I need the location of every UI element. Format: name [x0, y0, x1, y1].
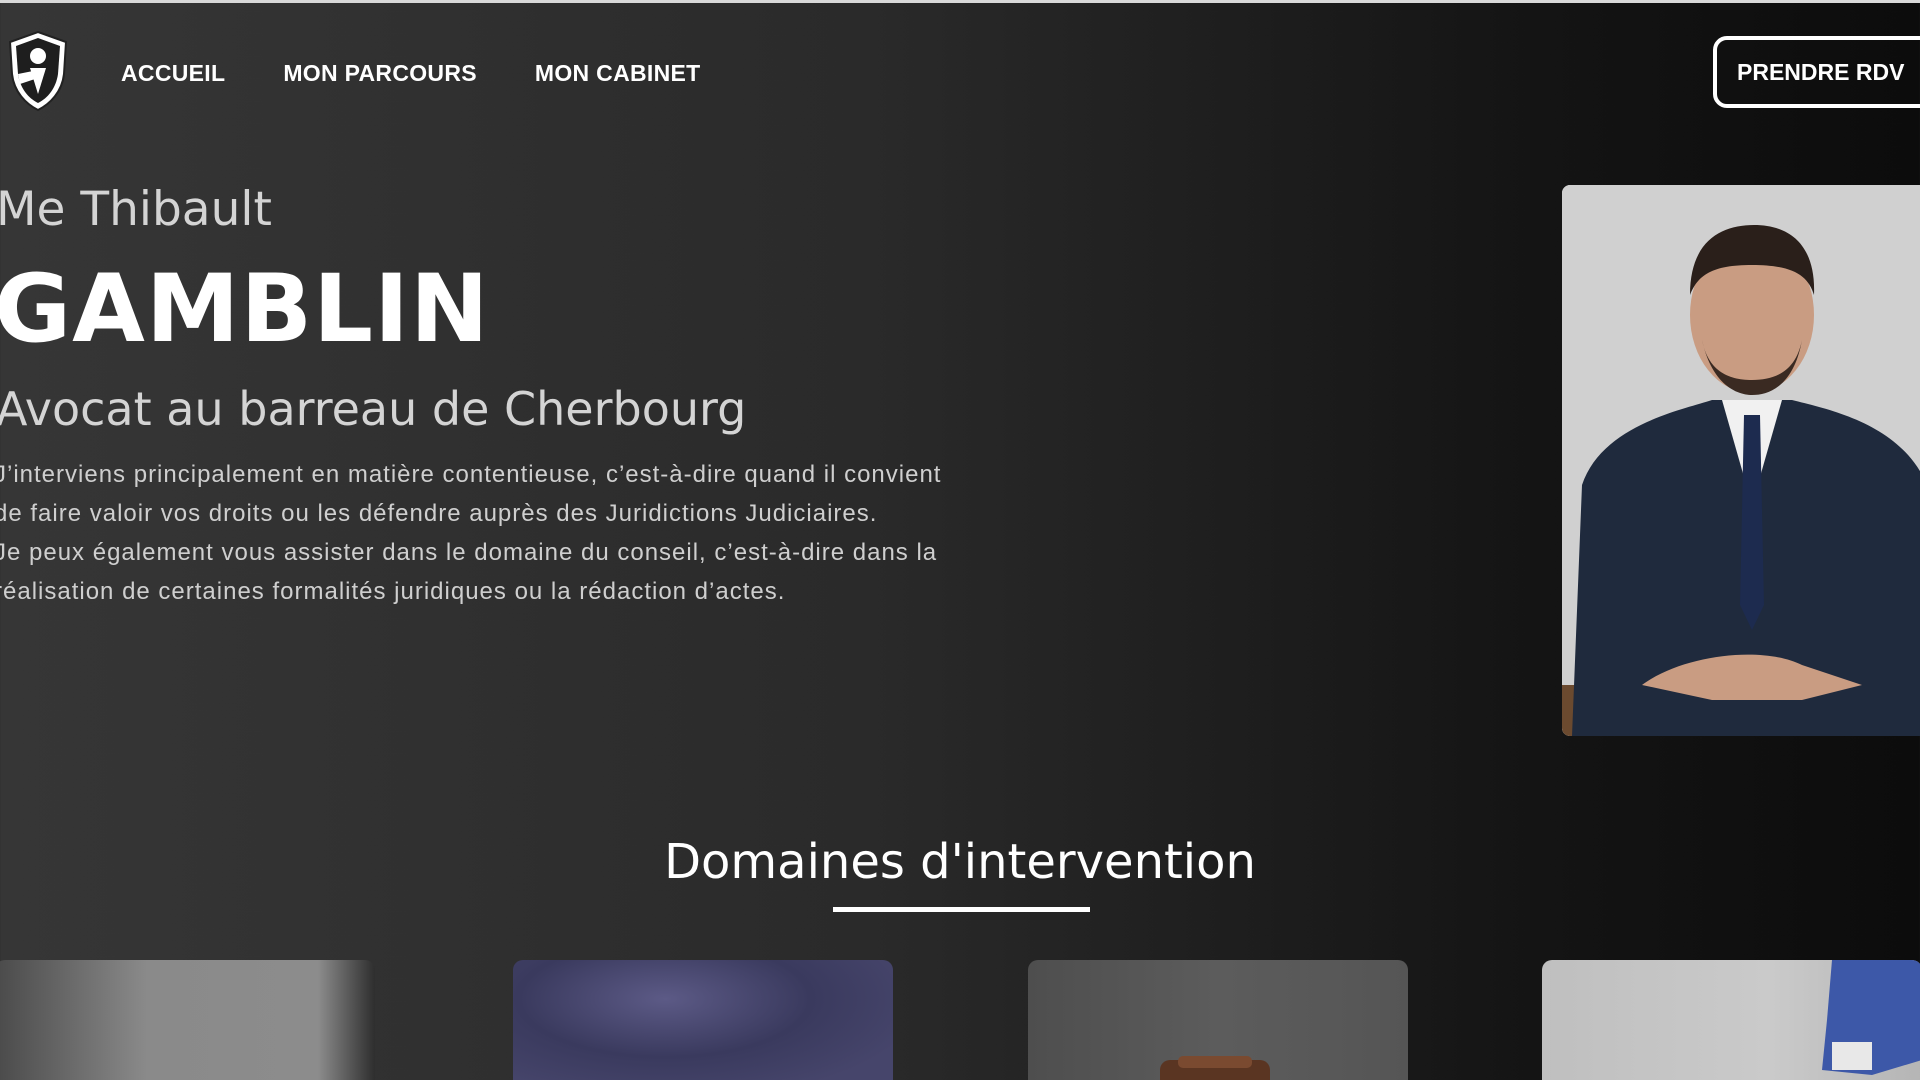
domain-card-3[interactable]	[1028, 960, 1408, 1080]
hero-paragraph-litigation: J’interviens principalement en matière c…	[0, 461, 942, 527]
hero-description: J’interviens principalement en matière c…	[0, 455, 974, 611]
hero-title-prefix: Me Thibault	[0, 182, 272, 237]
nav-item-mon-cabinet[interactable]: MON CABINET	[535, 60, 701, 87]
nav-item-accueil[interactable]: ACCUEIL	[121, 60, 225, 87]
domain-card-1[interactable]	[0, 960, 375, 1080]
shield-logo-icon[interactable]	[6, 30, 70, 112]
lawyer-portrait-photo	[1562, 185, 1920, 736]
hero-paragraph-advice: Je peux également vous assister dans le …	[0, 539, 938, 605]
top-border-line	[0, 0, 1920, 3]
domain-card-2[interactable]	[513, 960, 893, 1080]
domains-title-underline	[833, 907, 1090, 912]
domain-card-4[interactable]	[1542, 960, 1920, 1080]
domains-section-title: Domaines d'intervention	[664, 834, 1256, 890]
book-appointment-label: PRENDRE RDV	[1737, 58, 1905, 85]
hero-lawyer-name: GAMBLIN	[0, 255, 490, 364]
main-nav: ACCUEIL MON PARCOURS MON CABINET	[121, 60, 700, 87]
hero-subtitle: Avocat au barreau de Cherbourg	[0, 382, 747, 436]
nav-item-mon-parcours[interactable]: MON PARCOURS	[283, 60, 477, 87]
book-appointment-button[interactable]: PRENDRE RDV	[1713, 36, 1920, 108]
